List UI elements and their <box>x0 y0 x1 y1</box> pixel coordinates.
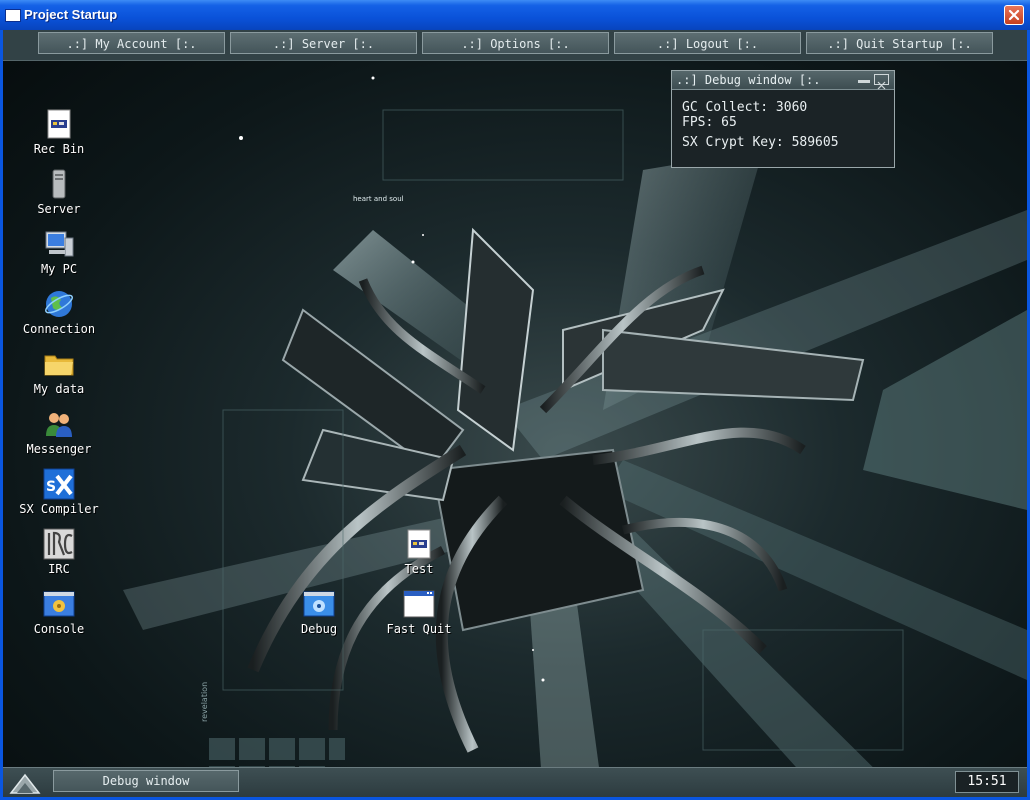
desktop-icon-label: SX Compiler <box>19 502 99 516</box>
server-icon <box>52 169 66 199</box>
minimize-icon[interactable] <box>858 80 870 83</box>
console-icon <box>43 591 75 617</box>
document-icon <box>407 529 431 559</box>
desktop-icon-label: IRC <box>48 562 70 576</box>
app-window: Project Startup heart and soul revelatio… <box>0 0 1030 800</box>
window-title: Project Startup <box>24 7 118 22</box>
logout-button[interactable]: .:] Logout [:. <box>614 32 801 54</box>
wallpaper-caption: heart and soul <box>353 195 404 203</box>
globe-icon <box>45 291 73 317</box>
irc-icon <box>43 528 75 560</box>
window-icon <box>403 590 435 618</box>
desktop-icon-label: Console <box>33 622 85 636</box>
app-window-icon <box>5 9 21 22</box>
title-bar[interactable]: Project Startup <box>0 0 1030 30</box>
desktop-icon-label: Messenger <box>26 442 92 456</box>
gc-collect-readout: GC Collect: 3060 <box>682 100 808 115</box>
svg-text:S: S <box>46 479 56 495</box>
quit-startup-button[interactable]: .:] Quit Startup [:. <box>806 32 993 54</box>
debug-window-close-button[interactable] <box>874 74 889 90</box>
desktop-icon-label: Fast Quit <box>386 622 452 636</box>
start-button[interactable] <box>7 771 43 795</box>
computer-icon <box>45 231 74 257</box>
recycle-bin-icon <box>47 109 71 139</box>
clock: 15:51 <box>955 771 1019 793</box>
close-icon <box>877 81 886 90</box>
options-button[interactable]: .:] Options [:. <box>422 32 609 54</box>
desktop-icon-label: My data <box>33 382 85 396</box>
sx-compiler-icon: S <box>43 468 75 500</box>
menu-bar: .:] My Account [:. .:] Server [:. .:] Op… <box>3 30 1027 61</box>
debug-icon <box>303 591 335 617</box>
close-icon <box>1008 9 1020 21</box>
taskbar: Debug window 15:51 <box>3 767 1027 797</box>
debug-window: .:] Debug window [:. GC Collect: 3060 FP… <box>671 70 895 168</box>
debug-window-titlebar[interactable]: .:] Debug window [:. <box>672 71 894 90</box>
messenger-icon <box>46 413 72 437</box>
folder-icon <box>44 355 74 376</box>
desktop-icon-label: Connection <box>22 322 96 336</box>
wallpaper-caption-vertical: revelation <box>200 682 209 722</box>
debug-window-title: .:] Debug window [:. <box>676 73 821 87</box>
taskbar-item-debug-window[interactable]: Debug window <box>53 770 239 792</box>
desktop-icon-label: Server <box>37 202 81 216</box>
fps-readout: FPS: 65 <box>682 115 737 130</box>
desktop-icon-label: Test <box>404 562 434 576</box>
close-button[interactable] <box>1004 5 1024 25</box>
desktop-icon-label: Rec Bin <box>33 142 85 156</box>
my-account-button[interactable]: .:] My Account [:. <box>38 32 225 54</box>
server-button[interactable]: .:] Server [:. <box>230 32 417 54</box>
crypt-key-readout: SX Crypt Key: 589605 <box>682 135 839 150</box>
desktop-icon-label: My PC <box>40 262 78 276</box>
desktop-area: heart and soul revelation .:] My Account… <box>3 30 1027 797</box>
